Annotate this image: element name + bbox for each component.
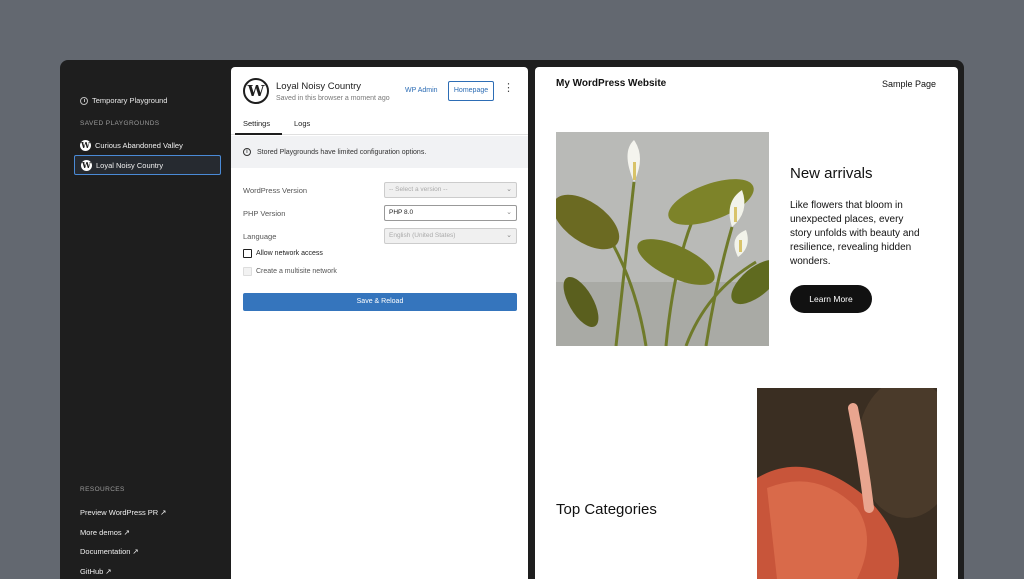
documentation-link[interactable]: Documentation ↗: [80, 547, 139, 556]
playground-label: Loyal Noisy Country: [96, 160, 164, 170]
language-value: English (United States): [389, 232, 456, 239]
calla-lily-image: [556, 132, 769, 346]
github-link[interactable]: GitHub ↗: [80, 567, 112, 576]
learn-more-button[interactable]: Learn More: [790, 285, 872, 313]
allow-network-row[interactable]: Allow network access: [243, 249, 323, 258]
allow-network-checkbox[interactable]: [243, 249, 252, 258]
info-notice: i Stored Playgrounds have limited config…: [231, 136, 528, 168]
php-version-value: PHP 8.0: [389, 209, 414, 216]
new-arrivals-text: Like flowers that bloom in unexpected pl…: [790, 200, 920, 267]
new-arrivals-heading: New arrivals: [790, 165, 873, 182]
php-version-label: PHP Version: [243, 209, 286, 218]
chevron-down-icon: ⌄: [506, 209, 512, 216]
wordpress-icon: W: [81, 159, 92, 171]
playground-label: Curious Abandoned Valley: [95, 140, 183, 150]
tab-bar: Settings Logs: [231, 111, 528, 135]
info-icon: i: [243, 148, 251, 156]
sidebar-item-curious-abandoned-valley[interactable]: W Curious Abandoned Valley: [74, 135, 221, 155]
wordpress-version-value: -- Select a version --: [389, 186, 448, 193]
wp-admin-link[interactable]: WP Admin: [405, 87, 438, 94]
language-label: Language: [243, 232, 277, 241]
settings-panel: W Loyal Noisy Country Saved in this brow…: [231, 67, 528, 579]
tab-settings[interactable]: Settings: [243, 119, 270, 128]
anthurium-image: [757, 388, 937, 579]
php-version-select[interactable]: PHP 8.0 ⌄: [384, 205, 517, 221]
resources-heading: RESOURCES: [80, 486, 125, 493]
nav-sample-page[interactable]: Sample Page: [882, 79, 936, 89]
multisite-checkbox[interactable]: [243, 267, 252, 276]
more-options-icon[interactable]: ⋮: [503, 83, 514, 94]
site-preview: My WordPress Website Sample Page New arr…: [535, 67, 958, 579]
temporary-playground-label: Temporary Playground: [92, 96, 168, 105]
saved-playgrounds-heading: SAVED PLAYGROUNDS: [80, 120, 160, 127]
saved-status: Saved in this browser a moment ago: [276, 95, 390, 102]
clock-icon: [80, 96, 88, 105]
multisite-row[interactable]: Create a multisite network: [243, 267, 337, 276]
chevron-down-icon: ⌄: [506, 186, 512, 193]
chevron-down-icon: ⌄: [506, 232, 512, 239]
wordpress-icon: W: [80, 139, 91, 151]
active-tab-indicator: [235, 133, 282, 135]
wordpress-version-select[interactable]: -- Select a version -- ⌄: [384, 182, 517, 198]
preview-pr-link[interactable]: Preview WordPress PR ↗: [80, 508, 167, 517]
save-reload-button[interactable]: Save & Reload: [243, 293, 517, 311]
tab-logs[interactable]: Logs: [294, 119, 310, 128]
temporary-playground-item[interactable]: Temporary Playground: [80, 96, 167, 105]
wordpress-version-label: WordPress Version: [243, 186, 308, 195]
allow-network-label: Allow network access: [256, 250, 323, 257]
multisite-label: Create a multisite network: [256, 268, 337, 275]
playground-title: Loyal Noisy Country: [276, 81, 362, 92]
top-categories-heading: Top Categories: [556, 501, 657, 518]
more-demos-link[interactable]: More demos ↗: [80, 528, 130, 537]
notice-text: Stored Playgrounds have limited configur…: [257, 148, 427, 156]
language-select[interactable]: English (United States) ⌄: [384, 228, 517, 244]
site-title[interactable]: My WordPress Website: [556, 78, 666, 89]
sidebar: Temporary Playground SAVED PLAYGROUNDS W…: [60, 60, 230, 579]
homepage-button[interactable]: Homepage: [448, 81, 494, 101]
wordpress-logo-icon: W: [243, 78, 269, 104]
sidebar-item-loyal-noisy-country[interactable]: W Loyal Noisy Country: [74, 155, 221, 175]
